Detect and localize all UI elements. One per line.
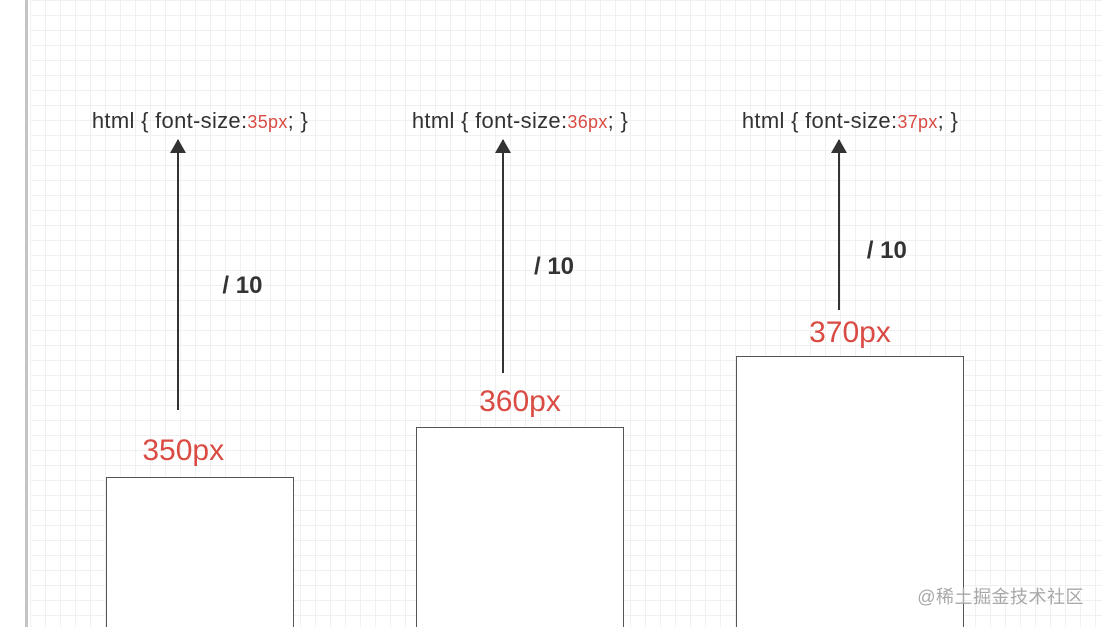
left-vertical-rule bbox=[25, 0, 28, 627]
watermark-text: @稀土掘金技术社区 bbox=[917, 583, 1084, 609]
css-rule-350: html { font-size:35px; } bbox=[60, 108, 340, 134]
device-rect-360 bbox=[416, 427, 624, 627]
device-width-label: 370px bbox=[710, 316, 990, 350]
arrow-up-icon bbox=[502, 140, 504, 373]
rule-suffix: ; } bbox=[608, 108, 628, 133]
rule-prefix: html { font-size: bbox=[92, 108, 248, 133]
rule-prefix: html { font-size: bbox=[412, 108, 568, 133]
rule-value: 37px bbox=[897, 112, 937, 132]
device-rect-350 bbox=[106, 477, 294, 627]
divide-label: / 10 bbox=[867, 237, 907, 265]
divide-label: / 10 bbox=[222, 272, 262, 300]
device-width-label: 350px bbox=[43, 434, 323, 468]
css-rule-370: html { font-size:37px; } bbox=[710, 108, 990, 134]
rule-value: 35px bbox=[247, 112, 287, 132]
arrow-up-icon bbox=[838, 140, 840, 310]
rule-suffix: ; } bbox=[938, 108, 958, 133]
rule-suffix: ; } bbox=[288, 108, 308, 133]
css-rule-360: html { font-size:36px; } bbox=[380, 108, 660, 134]
arrow-up-icon bbox=[177, 140, 179, 410]
device-width-label: 360px bbox=[380, 385, 660, 419]
rule-value: 36px bbox=[567, 112, 607, 132]
divide-label: / 10 bbox=[534, 253, 574, 281]
rule-prefix: html { font-size: bbox=[742, 108, 898, 133]
